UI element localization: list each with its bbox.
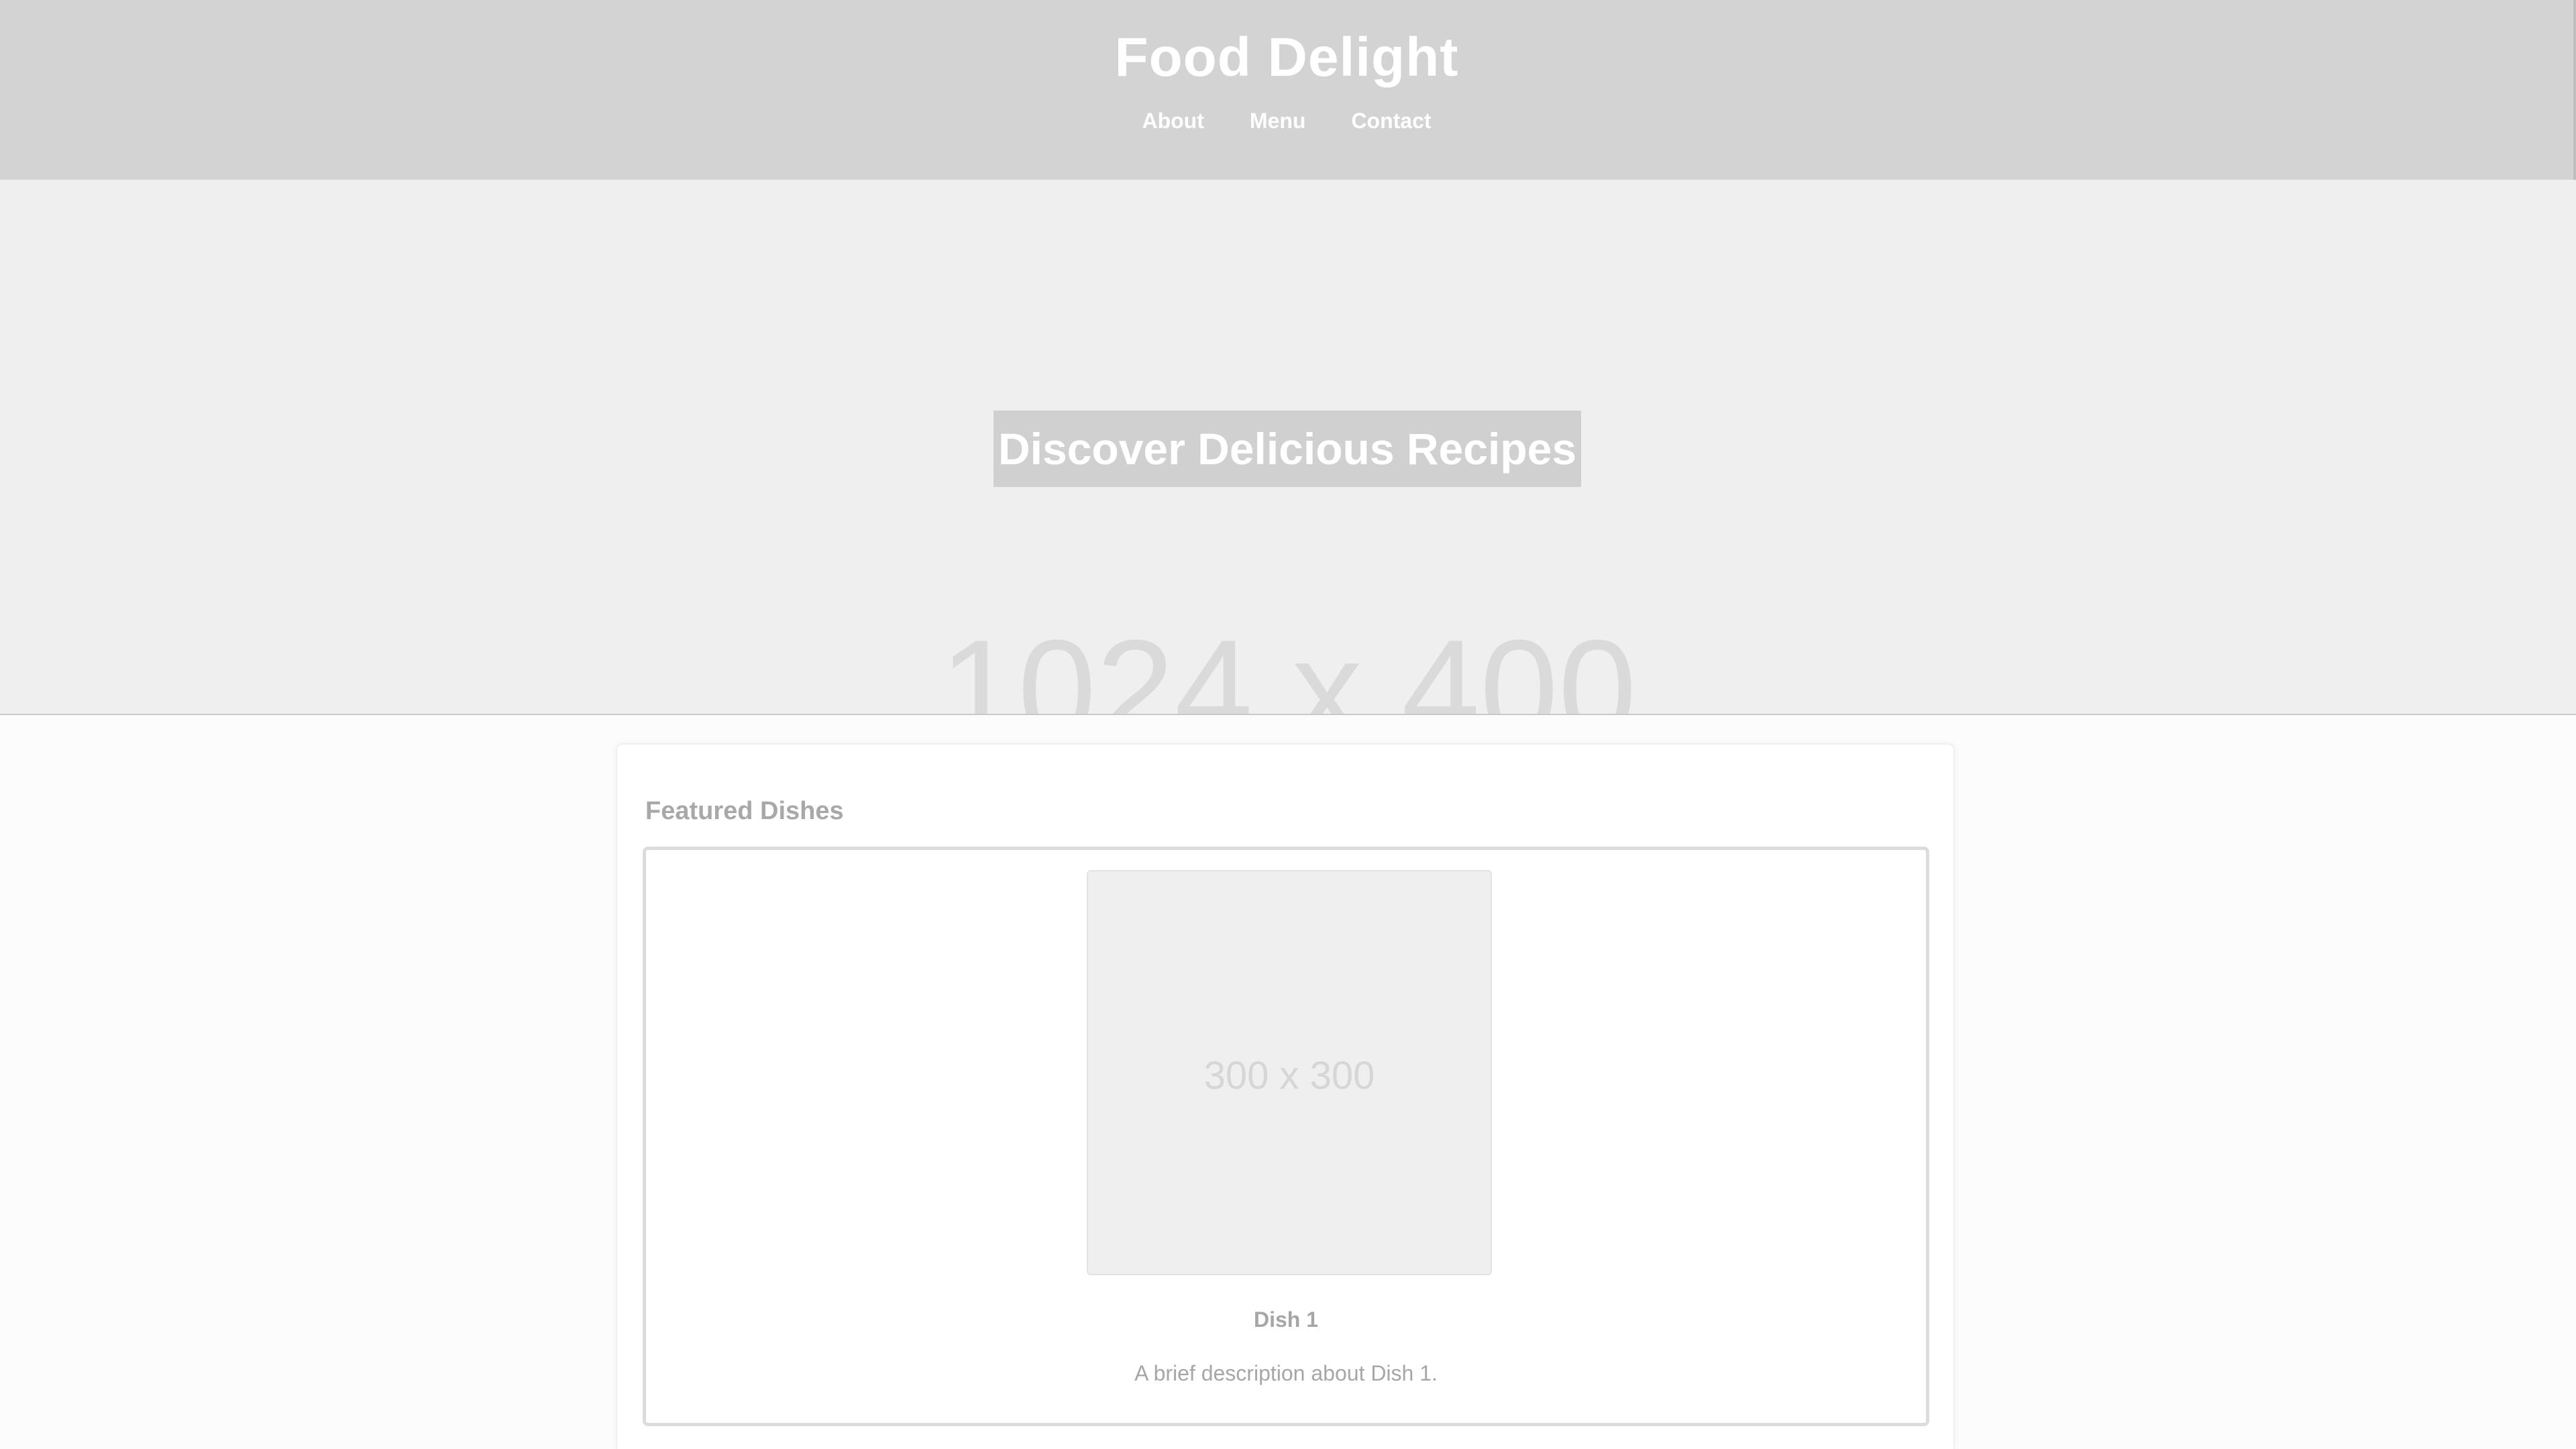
nav-link-menu[interactable]: Menu <box>1250 106 1306 136</box>
hero-image-placeholder: 1024 x 400 <box>939 610 1637 715</box>
site-title: Food Delight <box>1114 27 1459 88</box>
dish-description: A brief description about Dish 1. <box>1134 1361 1438 1385</box>
main-nav: About Menu Contact <box>0 106 2573 136</box>
dish-card[interactable]: 300 x 300 Dish 1 A brief description abo… <box>643 847 1929 1426</box>
site-header: Food Delight About Menu Contact <box>0 0 2573 180</box>
hero-heading: Discover Delicious Recipes <box>994 411 1581 487</box>
dish-image: 300 x 300 <box>1087 870 1492 1275</box>
featured-dishes-title: Featured Dishes <box>645 797 844 825</box>
featured-dishes-section: Featured Dishes 300 x 300 Dish 1 A brief… <box>616 743 1955 1449</box>
hero-banner: 1024 x 400 Discover Delicious Recipes <box>0 180 2576 715</box>
dish-name: Dish 1 <box>1253 1307 1319 1332</box>
nav-link-contact[interactable]: Contact <box>1351 106 1431 136</box>
nav-link-about[interactable]: About <box>1142 106 1203 136</box>
dish-image-placeholder-text: 300 x 300 <box>1203 1054 1375 1097</box>
page-scrollbar[interactable] <box>2573 0 2576 180</box>
